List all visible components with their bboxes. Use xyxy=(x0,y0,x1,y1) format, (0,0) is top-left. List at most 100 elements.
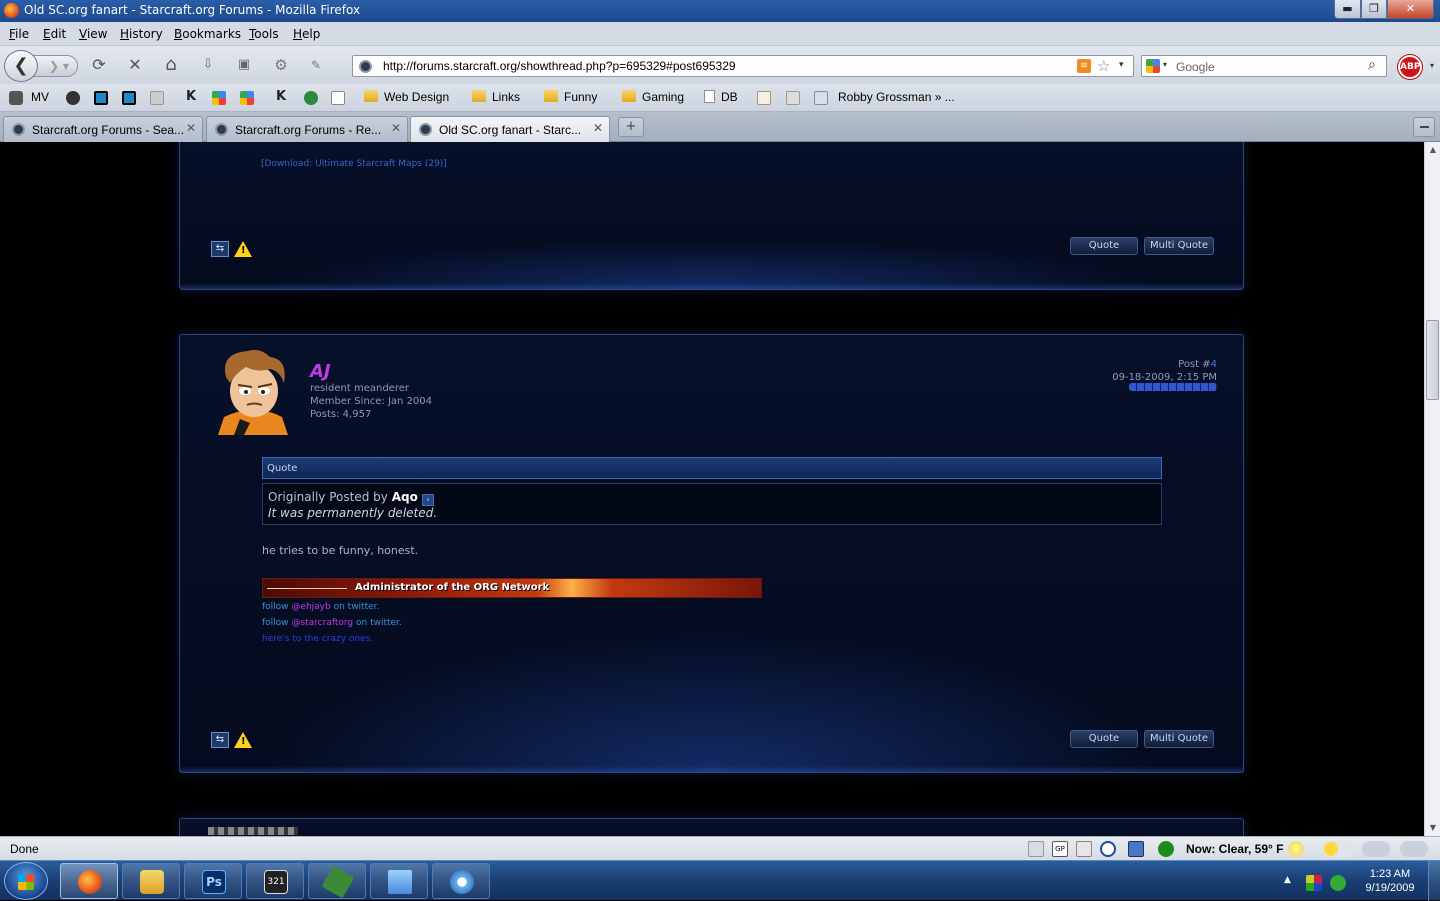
vertical-scrollbar[interactable]: ▲ ▼ xyxy=(1424,142,1440,836)
menu-history[interactable]: History xyxy=(120,27,163,41)
tab-forums-reply[interactable]: Starcraft.org Forums - Re... ✕ xyxy=(206,116,408,142)
back-button[interactable]: ❮ xyxy=(4,50,38,82)
url-dropdown-icon[interactable]: ▾ xyxy=(1119,60,1124,70)
reload-icon[interactable]: ⟳ xyxy=(88,54,110,76)
home-icon[interactable]: ⌂ xyxy=(160,54,182,76)
pen-icon[interactable] xyxy=(1028,841,1044,857)
bookmark-folder-links[interactable]: Links xyxy=(472,90,520,106)
post-number-link[interactable]: 4 xyxy=(1211,359,1217,370)
bookmark-k-icon[interactable]: K xyxy=(186,89,200,104)
bookmark-favicon-icon[interactable] xyxy=(122,91,136,105)
tab-close-icon[interactable]: ✕ xyxy=(593,121,603,135)
url-input[interactable]: http://forums.starcraft.org/showthread.p… xyxy=(383,59,736,73)
tray-app-icon[interactable] xyxy=(1306,875,1322,891)
sun-cloud-icon[interactable] xyxy=(1322,841,1352,857)
reputation-icon[interactable]: ⇆ xyxy=(211,241,229,257)
bookmark-folder-gaming[interactable]: Gaming xyxy=(622,90,684,106)
adblock-dropdown-icon[interactable]: ▾ xyxy=(1430,61,1434,70)
rain-cloud-icon[interactable] xyxy=(1362,841,1390,857)
addon-icon[interactable] xyxy=(1128,841,1144,857)
bookmark-favicon-icon[interactable] xyxy=(757,91,771,105)
scrollbar-thumb[interactable] xyxy=(1426,320,1439,400)
google-bookmark-icon[interactable] xyxy=(240,91,254,105)
signature-crazy-ones-link[interactable]: here's to the crazy ones. xyxy=(262,634,373,644)
gp-icon[interactable]: GP xyxy=(1052,841,1068,857)
addon-icon[interactable]: ✎ xyxy=(305,54,327,76)
bookmark-favicon-icon[interactable] xyxy=(94,91,108,105)
new-tab-button[interactable]: + xyxy=(618,117,644,137)
twitter-handle-link[interactable]: @ehjayb xyxy=(291,602,330,612)
taskbar-notepad[interactable] xyxy=(370,863,428,899)
scroll-down-icon[interactable]: ▼ xyxy=(1425,820,1440,836)
multi-quote-button[interactable]: Multi Quote xyxy=(1144,730,1214,748)
start-button[interactable] xyxy=(4,862,48,900)
moon-icon[interactable] xyxy=(1288,841,1304,857)
show-hidden-icons[interactable]: ▲ xyxy=(1284,875,1291,885)
maximize-button[interactable]: ❐ xyxy=(1361,0,1387,19)
menu-view[interactable]: View xyxy=(79,27,107,41)
google-icon[interactable] xyxy=(1146,59,1160,73)
taskbar-app[interactable] xyxy=(308,863,366,899)
bookmark-folder-funny[interactable]: Funny xyxy=(544,90,597,106)
search-engine-dropdown-icon[interactable]: ▾ xyxy=(1163,60,1167,69)
taskbar-photoshop[interactable]: Ps xyxy=(184,863,242,899)
report-post-icon[interactable]: ! xyxy=(234,241,252,257)
screenshot-icon[interactable]: ▣ xyxy=(233,54,255,76)
download-icon[interactable]: ⇩ xyxy=(197,54,219,76)
bookmark-robby-grossman[interactable]: Robby Grossman » ... xyxy=(838,90,955,106)
minimize-button[interactable]: ▬ xyxy=(1334,0,1361,19)
system-clock[interactable]: 1:23 AM 9/19/2009 xyxy=(1360,867,1420,895)
signature-download-link[interactable]: [Download: Ultimate Starcraft Maps (29)] xyxy=(261,159,447,169)
search-bar[interactable]: ▾ Google ⌕ xyxy=(1141,55,1387,77)
tab-forums-search[interactable]: Starcraft.org Forums - Sea... ✕ xyxy=(3,116,203,142)
close-button[interactable]: ✕ xyxy=(1387,0,1434,19)
signature-banner[interactable]: Administrator of the ORG Network xyxy=(262,578,762,598)
list-all-tabs-button[interactable] xyxy=(1413,117,1435,137)
rain-cloud-icon[interactable] xyxy=(1400,841,1428,857)
tray-network-icon[interactable] xyxy=(1330,875,1346,891)
stop-icon[interactable]: ✕ xyxy=(124,54,146,76)
taskbar-media-player[interactable]: 321 xyxy=(246,863,304,899)
google-bookmark-icon[interactable] xyxy=(212,91,226,105)
quote-button[interactable]: Quote xyxy=(1070,730,1138,748)
taskbar-explorer[interactable] xyxy=(122,863,180,899)
menu-bookmarks[interactable]: Bookmarks xyxy=(174,27,241,41)
bookmark-favicon-icon[interactable] xyxy=(66,91,80,105)
scroll-up-icon[interactable]: ▲ xyxy=(1425,142,1440,158)
settings-gear-icon[interactable]: ⚙ xyxy=(270,54,292,76)
bookmark-favicon-icon[interactable] xyxy=(304,91,318,105)
reputation-icon[interactable]: ⇆ xyxy=(211,732,229,748)
url-bar[interactable]: http://forums.starcraft.org/showthread.p… xyxy=(352,55,1134,77)
bookmark-favicon-icon[interactable] xyxy=(786,91,800,105)
status-green-icon[interactable] xyxy=(1158,841,1174,857)
bookmark-db[interactable]: DB xyxy=(704,90,738,106)
twitter-handle-link[interactable]: @starcraftorg xyxy=(291,618,353,628)
quote-button[interactable]: Quote xyxy=(1070,237,1138,255)
taskbar-firefox[interactable] xyxy=(60,863,118,899)
multi-quote-button[interactable]: Multi Quote xyxy=(1144,237,1214,255)
bookmark-page-icon[interactable] xyxy=(331,91,345,105)
show-desktop-button[interactable] xyxy=(1428,861,1440,901)
bookmark-favicon-icon[interactable] xyxy=(814,91,828,105)
tab-old-sc-fanart[interactable]: Old SC.org fanart - Starc... ✕ xyxy=(410,116,610,143)
tab-close-icon[interactable]: ✕ xyxy=(391,121,401,135)
bookmark-folder-web-design[interactable]: Web Design xyxy=(364,90,449,106)
bookmark-favicon-icon[interactable] xyxy=(150,91,164,105)
bookmark-k-icon[interactable]: K xyxy=(276,89,290,104)
addon-icon[interactable] xyxy=(1076,841,1092,857)
skype-icon[interactable] xyxy=(1100,841,1116,857)
search-input[interactable]: Google xyxy=(1176,60,1215,74)
weather-status[interactable]: Now: Clear, 59° F xyxy=(1186,842,1284,856)
adblock-plus-icon[interactable]: ABP xyxy=(1398,55,1422,79)
bookmark-mv[interactable]: MV xyxy=(31,90,49,106)
bookmark-star-icon[interactable]: ☆ xyxy=(1097,57,1110,75)
menu-file[interactable]: File xyxy=(9,27,29,41)
rss-feed-icon[interactable]: ≋ xyxy=(1077,59,1091,73)
view-post-icon[interactable]: › xyxy=(421,494,434,506)
search-icon[interactable]: ⌕ xyxy=(1368,57,1376,73)
post-username[interactable]: AJ xyxy=(310,361,331,382)
taskbar-itunes[interactable] xyxy=(432,863,490,899)
menu-tools[interactable]: Tools xyxy=(249,27,279,41)
menu-edit[interactable]: Edit xyxy=(43,27,66,41)
menu-help[interactable]: Help xyxy=(293,27,320,41)
